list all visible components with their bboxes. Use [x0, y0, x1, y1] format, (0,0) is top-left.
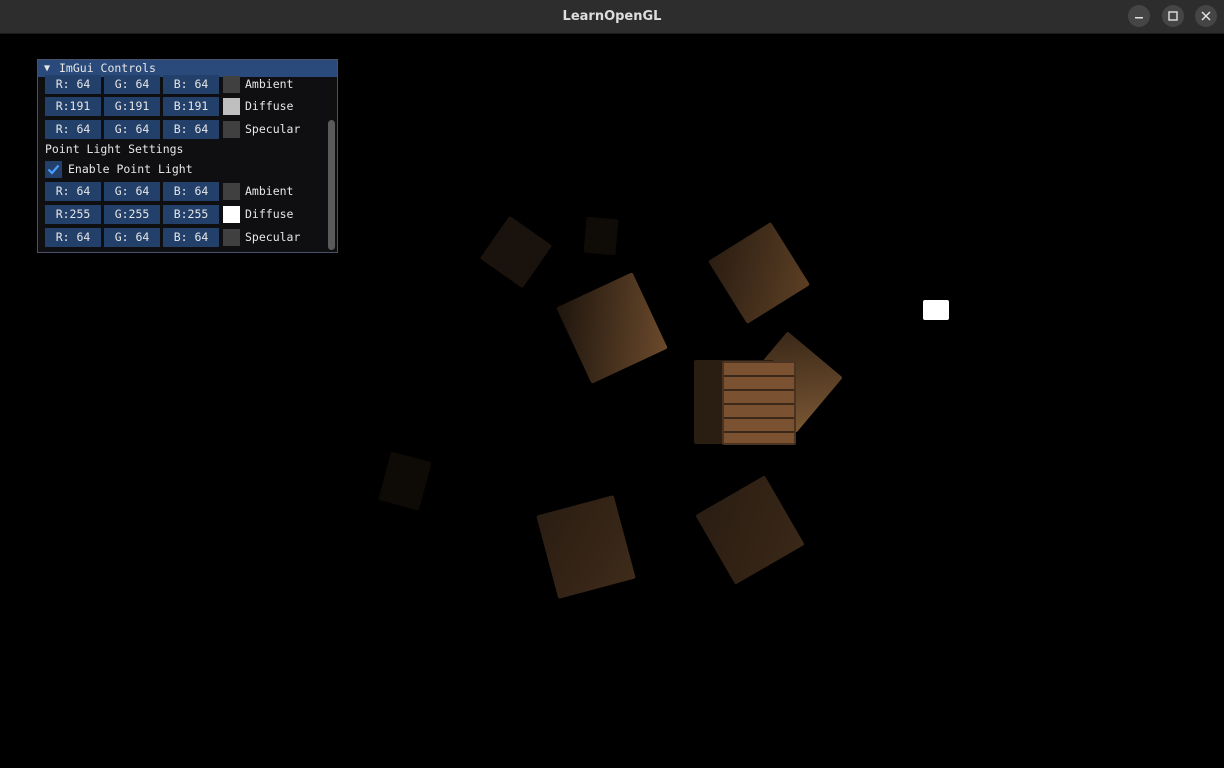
crate-cube — [583, 216, 619, 256]
checkmark-icon — [47, 164, 60, 175]
specular-r-field[interactable]: R: 64 — [45, 120, 101, 139]
imgui-controls-panel[interactable]: ▼ ImGui Controls R: 64 G: 64 B: 64 Ambie… — [37, 59, 338, 253]
point-ambient-color-swatch[interactable] — [223, 183, 240, 200]
point-specular-g-field[interactable]: G: 64 — [104, 228, 160, 247]
crate-cube — [378, 451, 432, 511]
point-diffuse-g-field[interactable]: G:255 — [104, 205, 160, 224]
point-diffuse-label: Diffuse — [245, 207, 294, 221]
diffuse-g-field[interactable]: G:191 — [104, 97, 160, 116]
ambient-g-field[interactable]: G: 64 — [104, 75, 160, 94]
crate-cube — [708, 222, 810, 324]
specular-color-swatch[interactable] — [223, 121, 240, 138]
point-light-section-heading: Point Light Settings — [45, 142, 184, 156]
point-ambient-label: Ambient — [245, 184, 294, 198]
point-light-cube — [923, 300, 949, 320]
panel-scrollbar[interactable] — [327, 77, 336, 252]
specular-b-field[interactable]: B: 64 — [163, 120, 219, 139]
diffuse-label: Diffuse — [245, 99, 294, 113]
point-diffuse-color-swatch[interactable] — [223, 206, 240, 223]
scrollbar-thumb[interactable] — [328, 120, 335, 250]
ambient-b-field[interactable]: B: 64 — [163, 75, 219, 94]
window-titlebar[interactable]: LearnOpenGL — [0, 0, 1224, 34]
point-diffuse-r-field[interactable]: R:255 — [45, 205, 101, 224]
point-ambient-b-field[interactable]: B: 64 — [163, 182, 219, 201]
point-diffuse-b-field[interactable]: B:255 — [163, 205, 219, 224]
minimize-icon — [1135, 17, 1143, 19]
diffuse-r-field[interactable]: R:191 — [45, 97, 101, 116]
enable-point-light-label[interactable]: Enable Point Light — [68, 161, 193, 178]
crate-cube — [479, 215, 553, 289]
maximize-icon — [1168, 11, 1178, 21]
point-ambient-g-field[interactable]: G: 64 — [104, 182, 160, 201]
point-specular-label: Specular — [245, 230, 301, 244]
point-specular-color-swatch[interactable] — [223, 229, 240, 246]
crate-cube — [722, 361, 796, 445]
ambient-r-field[interactable]: R: 64 — [45, 75, 101, 94]
diffuse-b-field[interactable]: B:191 — [163, 97, 219, 116]
crate-cube — [695, 475, 805, 585]
crate-cube — [536, 495, 636, 599]
maximize-button[interactable] — [1162, 5, 1184, 27]
diffuse-color-swatch[interactable] — [223, 98, 240, 115]
specular-label: Specular — [245, 122, 301, 136]
close-button[interactable] — [1195, 5, 1217, 27]
enable-point-light-checkbox[interactable] — [45, 161, 62, 178]
minimize-button[interactable] — [1128, 5, 1150, 27]
close-icon — [1201, 11, 1211, 21]
specular-g-field[interactable]: G: 64 — [104, 120, 160, 139]
crate-cube — [556, 272, 668, 384]
ambient-label: Ambient — [245, 77, 294, 91]
window-title: LearnOpenGL — [562, 9, 662, 24]
point-specular-r-field[interactable]: R: 64 — [45, 228, 101, 247]
point-ambient-r-field[interactable]: R: 64 — [45, 182, 101, 201]
point-specular-b-field[interactable]: B: 64 — [163, 228, 219, 247]
ambient-color-swatch[interactable] — [223, 76, 240, 93]
